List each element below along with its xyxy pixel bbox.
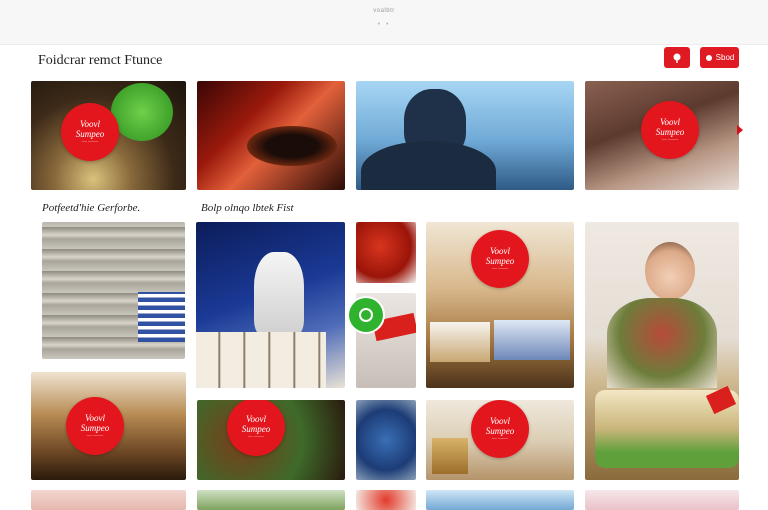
image-tile[interactable]: Voovl Sumpeo — —— xyxy=(197,400,345,480)
image-tile[interactable] xyxy=(196,222,345,388)
image-tile[interactable] xyxy=(356,400,416,480)
silhouette-body xyxy=(361,141,496,190)
image-tile[interactable]: Voovl Sumpeo — —— xyxy=(585,81,739,190)
person-body xyxy=(607,298,717,388)
jar xyxy=(432,438,468,474)
next-arrow-icon[interactable] xyxy=(737,125,743,135)
promo-badge: Voovl Sumpeo — —— xyxy=(471,400,529,458)
section-label: Bolp olnqo lbtek Fist xyxy=(201,202,294,214)
save-button[interactable]: Sbod xyxy=(700,47,739,68)
image-tile[interactable] xyxy=(31,490,186,510)
image-tile[interactable] xyxy=(356,490,416,510)
person-head xyxy=(645,242,695,300)
window-title: voalbtr xyxy=(373,8,395,14)
section-label: Potfeetd'hie Gerforbe. xyxy=(42,202,141,214)
image-tile[interactable]: Voovl Sumpeo — —— xyxy=(31,372,186,480)
loading-dots: • • xyxy=(377,21,391,28)
image-tile[interactable] xyxy=(197,490,345,510)
image-tile[interactable]: Voovl Sumpeo — —— xyxy=(426,400,574,480)
image-tile[interactable]: Voovl Sumpeo — —— xyxy=(31,81,186,190)
food-box xyxy=(494,320,570,360)
image-tile[interactable] xyxy=(426,490,574,510)
top-bar: voalbtr • • xyxy=(0,0,768,45)
image-tile[interactable] xyxy=(356,222,416,283)
book-stack xyxy=(138,292,185,342)
tray xyxy=(196,332,326,388)
image-tile[interactable] xyxy=(585,222,739,480)
promo-badge: Voovl Sumpeo — —— xyxy=(227,400,285,456)
food-box xyxy=(430,322,490,362)
promo-badge: Voovl Sumpeo — —— xyxy=(471,230,529,288)
promo-badge: Voovl Sumpeo — —— xyxy=(66,397,124,455)
save-button-label: Sbod xyxy=(715,53,735,62)
promo-badge: Voovl Sumpeo — —— xyxy=(641,101,699,159)
pin-icon xyxy=(705,54,712,61)
image-tile[interactable] xyxy=(585,490,739,510)
chef-figure xyxy=(254,252,304,337)
page-title: Foidcrar remct Ftunce xyxy=(38,53,163,68)
pin-icon xyxy=(673,53,681,63)
image-tile[interactable] xyxy=(197,81,345,190)
dish xyxy=(247,126,337,166)
image-tile[interactable] xyxy=(42,222,185,359)
promo-badge: Voovl Sumpeo — —— xyxy=(61,103,119,161)
green-blob xyxy=(111,83,173,141)
image-tile[interactable]: Voovl Sumpeo — —— xyxy=(426,222,574,388)
green-circle-icon[interactable] xyxy=(349,298,383,332)
image-tile[interactable] xyxy=(356,81,574,190)
pin-button[interactable] xyxy=(664,47,690,68)
